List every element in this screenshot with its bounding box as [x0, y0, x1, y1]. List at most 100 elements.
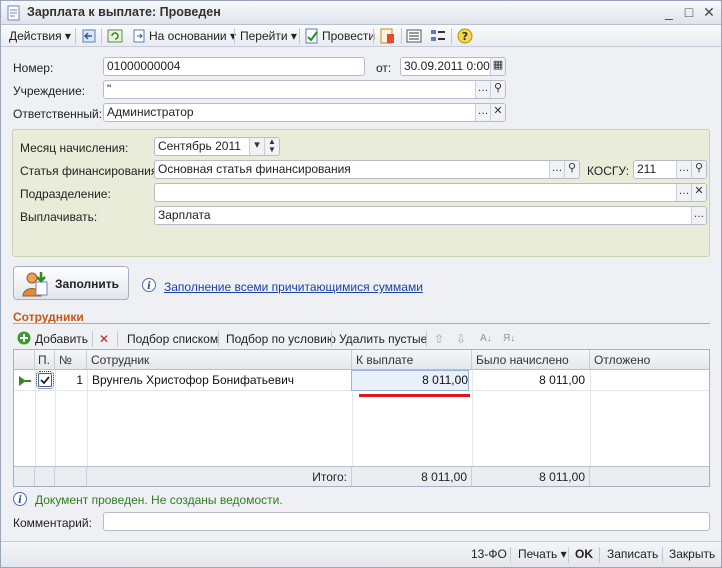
pay-type-label: Выплачивать:: [20, 210, 98, 224]
row-to-pay[interactable]: 8 011,00: [351, 370, 469, 391]
institution-select-button[interactable]: …: [475, 81, 490, 98]
window-title: Зарплата к выплате: Проведен: [27, 5, 221, 19]
pick-list-button[interactable]: Подбор списком: [127, 331, 218, 347]
division-label: Подразделение:: [20, 187, 111, 201]
col-deferred[interactable]: Отложено: [590, 350, 709, 370]
section-divider: [13, 323, 710, 324]
add-row-button[interactable]: Добавить: [35, 331, 88, 347]
status-message: Документ проведен. Не созданы ведомости.: [35, 493, 283, 507]
svg-text:?: ?: [462, 30, 468, 43]
post-button[interactable]: Провести: [322, 28, 375, 44]
totals-accrued: 8 011,00: [472, 466, 590, 486]
month-label: Месяц начисления:: [20, 141, 129, 155]
col-employee[interactable]: Сотрудник: [87, 350, 352, 370]
form-13fo-button[interactable]: 13-ФО: [471, 547, 507, 561]
division-clear-icon[interactable]: ✕: [691, 184, 706, 201]
institution-field[interactable]: " … ⚲: [103, 80, 506, 99]
based-on-menu[interactable]: На основании ▾: [149, 28, 236, 44]
kosgu-label: КОСГУ:: [587, 164, 630, 178]
row-accrued: 8 011,00: [539, 373, 585, 387]
info-icon: i: [142, 278, 156, 292]
post-icon: [305, 28, 318, 44]
maximize-button[interactable]: □: [681, 4, 697, 20]
finance-select-button[interactable]: …: [549, 161, 564, 178]
fill-people-icon: [22, 272, 48, 297]
fill-button[interactable]: Заполнить: [13, 266, 129, 300]
minimize-button[interactable]: _: [661, 4, 677, 20]
responsible-field[interactable]: Администратор … ✕: [103, 103, 506, 122]
pay-type-select-button[interactable]: …: [691, 207, 706, 224]
finance-field[interactable]: Основная статья финансирования … ⚲: [154, 160, 580, 179]
go-to-menu[interactable]: Перейти ▾: [240, 28, 297, 44]
col-marker: [14, 350, 35, 370]
kosgu-select-button[interactable]: …: [676, 161, 691, 178]
close-window-button[interactable]: ✕: [701, 4, 717, 20]
close-button[interactable]: Закрыть: [669, 547, 715, 561]
finance-search-icon[interactable]: ⚲: [564, 161, 579, 178]
date-field[interactable]: 30.09.2011 0:00: ▦: [400, 57, 506, 76]
kosgu-field[interactable]: 211 … ⚲: [633, 160, 707, 179]
month-dropdown-icon[interactable]: ▾: [249, 138, 264, 155]
calendar-icon[interactable]: ▦: [490, 58, 505, 75]
totals-deferred: [590, 466, 709, 486]
ok-button[interactable]: OK: [575, 547, 593, 561]
sort-desc-icon[interactable]: Я↓: [503, 331, 515, 347]
col-num[interactable]: №: [55, 350, 87, 370]
number-label: Номер:: [13, 61, 54, 75]
check-icon: [40, 376, 50, 385]
status-info-icon: i: [13, 492, 27, 506]
save-button[interactable]: Записать: [607, 547, 658, 561]
employees-toolbar: Добавить ✕ Подбор списком Подбор по усло…: [13, 328, 710, 348]
based-on-icon: [133, 29, 145, 43]
document-toolbar: Действия ▾ На основании ▾ Перейти ▾ Пров…: [1, 25, 721, 47]
actions-menu[interactable]: Действия ▾: [9, 28, 71, 44]
month-field[interactable]: Сентябрь 2011 ▾ ▲ ▼: [154, 137, 280, 156]
print-menu[interactable]: Печать ▾: [518, 547, 567, 561]
add-icon: [17, 331, 31, 345]
payment-parameters-panel: Месяц начисления: Сентябрь 2011 ▾ ▲ ▼ Ста…: [12, 129, 710, 257]
institution-search-icon[interactable]: ⚲: [490, 81, 505, 98]
delete-row-icon[interactable]: ✕: [99, 331, 109, 347]
back-arrow-icon[interactable]: [81, 28, 97, 44]
number-field[interactable]: 01000000004: [103, 57, 365, 76]
fill-button-label: Заполнить: [55, 277, 119, 291]
division-field[interactable]: … ✕: [154, 183, 707, 202]
col-flag[interactable]: П.: [35, 350, 55, 370]
totals-to-pay: 8 011,00: [352, 466, 472, 486]
structure-icon[interactable]: [430, 28, 446, 44]
comment-label: Комментарий:: [13, 516, 92, 530]
row-deferred[interactable]: [590, 371, 703, 390]
pay-type-field[interactable]: Зарплата …: [154, 206, 707, 225]
current-row-arrow-icon: [19, 376, 31, 386]
finance-label: Статья финансирования:: [20, 164, 161, 178]
pick-condition-button[interactable]: Подбор по условию: [226, 331, 336, 347]
highlight-underline: [359, 394, 470, 397]
division-select-button[interactable]: …: [676, 184, 691, 201]
sort-asc-icon[interactable]: A↓: [480, 331, 492, 347]
document-icon: [7, 5, 20, 21]
move-down-icon[interactable]: ⇩: [456, 331, 466, 347]
month-stepper[interactable]: ▲ ▼: [264, 138, 279, 155]
movements-icon[interactable]: [379, 28, 395, 44]
table-row[interactable]: 1 Врунгель Христофор Бонифатьевич 8 011,…: [14, 370, 709, 391]
comment-field[interactable]: [103, 512, 710, 531]
fill-all-amounts-link[interactable]: Заполнение всеми причитающимися суммами: [164, 280, 423, 294]
col-accrued[interactable]: Было начислено: [472, 350, 590, 370]
refresh-icon[interactable]: [107, 28, 123, 44]
list-icon[interactable]: [406, 28, 422, 44]
row-num: 1: [76, 373, 83, 387]
employees-table: П. № Сотрудник К выплате Было начислено …: [13, 349, 710, 487]
employees-section-title: Сотрудники: [13, 310, 84, 324]
totals-label: Итого:: [87, 466, 352, 486]
date-label: от:: [376, 61, 392, 75]
help-icon[interactable]: ?: [457, 28, 473, 44]
row-employee[interactable]: Врунгель Христофор Бонифатьевич: [92, 371, 294, 390]
svg-text:i: i: [18, 495, 22, 506]
col-to-pay[interactable]: К выплате: [352, 350, 472, 370]
responsible-clear-icon[interactable]: ✕: [490, 104, 505, 121]
delete-empty-button[interactable]: Удалить пустые: [339, 331, 427, 347]
row-checkbox[interactable]: [36, 371, 54, 389]
move-up-icon[interactable]: ⇧: [434, 331, 444, 347]
responsible-select-button[interactable]: …: [475, 104, 490, 121]
kosgu-search-icon[interactable]: ⚲: [691, 161, 706, 178]
